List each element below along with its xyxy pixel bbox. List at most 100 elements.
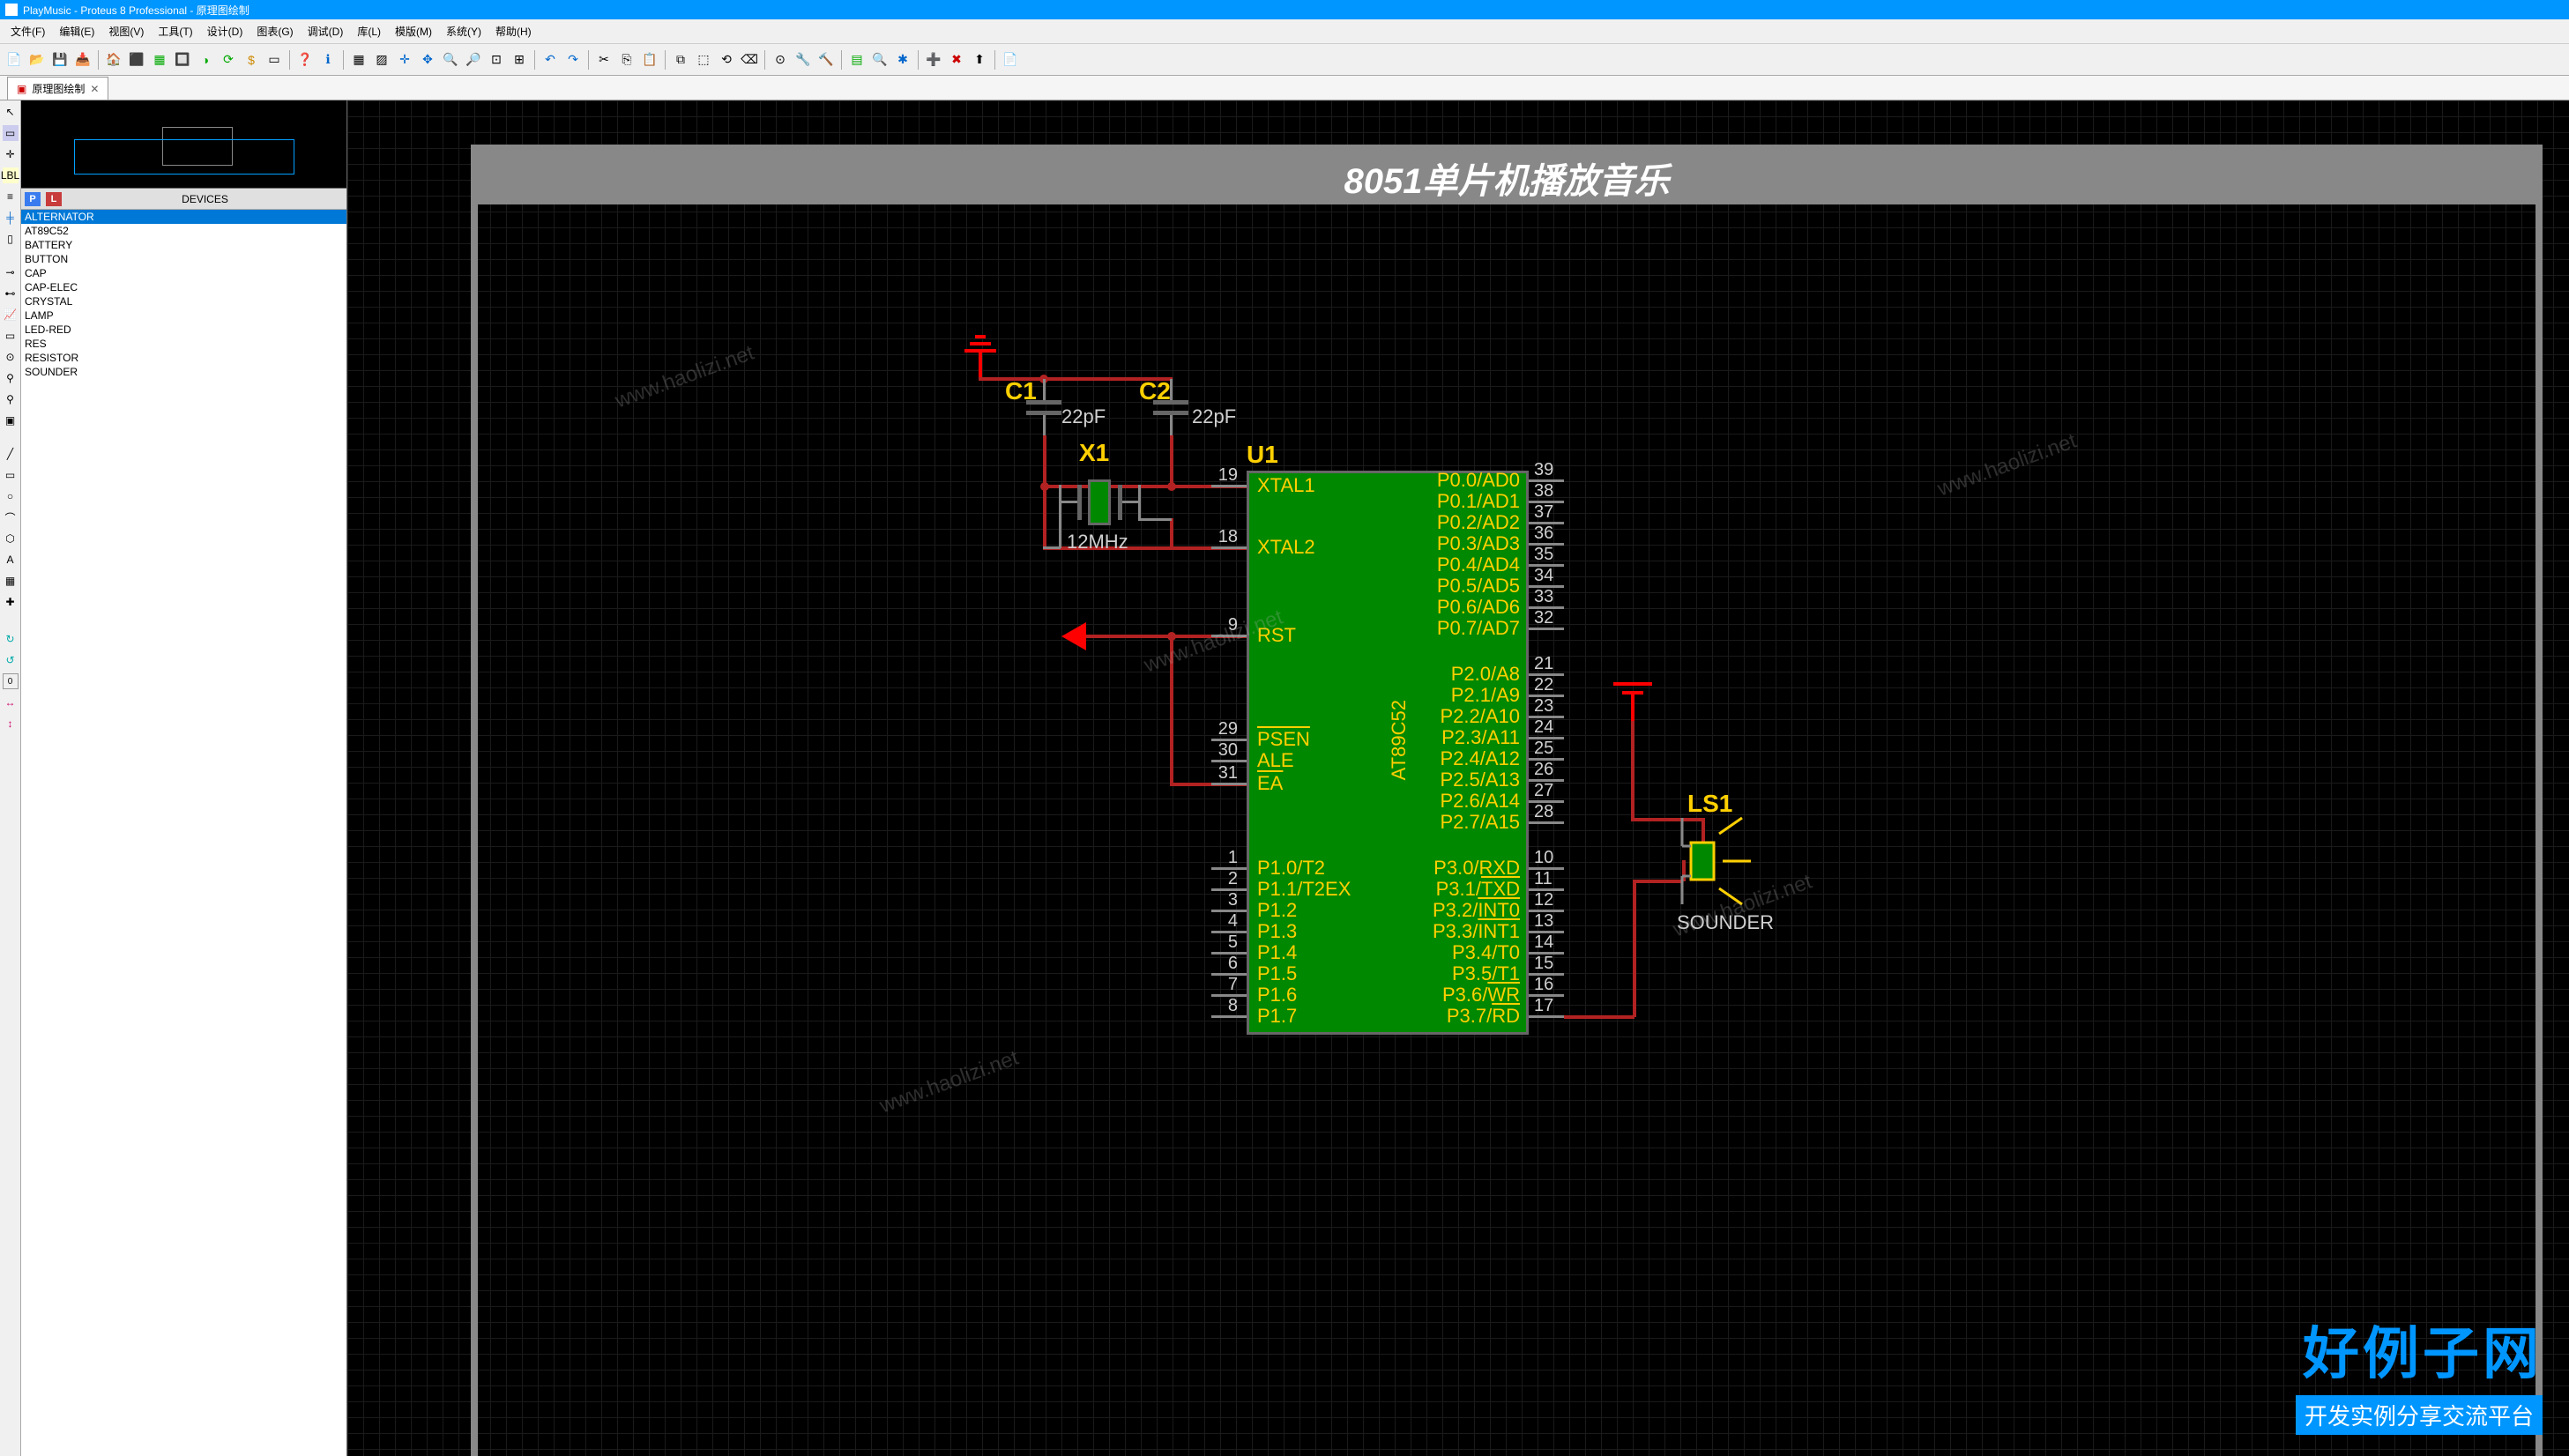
bom-button[interactable]: ⟳: [218, 49, 239, 71]
block-rotate-icon[interactable]: ⟲: [716, 49, 737, 71]
menu-help[interactable]: 帮助(H): [488, 24, 539, 39]
grid-large-icon[interactable]: ▨: [371, 49, 392, 71]
zoom-fit-icon[interactable]: ⊡: [486, 49, 507, 71]
terminal-icon[interactable]: ⊸: [3, 264, 19, 280]
device-item[interactable]: CAP: [21, 266, 346, 280]
about-button[interactable]: ℹ: [317, 49, 339, 71]
code-button[interactable]: ▭: [264, 49, 285, 71]
library-button[interactable]: L: [46, 192, 62, 206]
device-item[interactable]: SOUNDER: [21, 365, 346, 379]
menu-tool[interactable]: 工具(T): [151, 24, 199, 39]
home-button[interactable]: 🏠: [103, 49, 124, 71]
zoom-out-icon[interactable]: 🔎: [463, 49, 484, 71]
zoom-in-icon[interactable]: 🔍: [440, 49, 461, 71]
doc-icon[interactable]: 📄: [1000, 49, 1021, 71]
angle-field[interactable]: 0: [3, 673, 19, 689]
graph-icon[interactable]: 📈: [3, 307, 19, 323]
device-item[interactable]: ALTERNATOR: [21, 210, 346, 224]
menu-debug[interactable]: 调试(D): [301, 24, 351, 39]
hammer-icon[interactable]: 🔨: [815, 49, 837, 71]
import-button[interactable]: 📥: [72, 49, 93, 71]
bus-icon[interactable]: ╪: [3, 210, 19, 226]
undo-button[interactable]: ↶: [540, 49, 561, 71]
new-button[interactable]: 📄: [4, 49, 25, 71]
block-copy-icon[interactable]: ⧉: [670, 49, 691, 71]
subcircuit-icon[interactable]: ▯: [3, 231, 19, 247]
device-item[interactable]: AT89C52: [21, 224, 346, 238]
circle-icon[interactable]: ○: [3, 488, 19, 504]
help-button[interactable]: ❓: [294, 49, 316, 71]
menu-design[interactable]: 设计(D): [200, 24, 250, 39]
generator-icon[interactable]: ⊙: [3, 349, 19, 365]
device-list[interactable]: ALTERNATORAT89C52BATTERYBUTTONCAPCAP-ELE…: [21, 210, 346, 1456]
flip-h-icon[interactable]: ↔: [3, 695, 19, 710]
rotate-cw-icon[interactable]: ↻: [3, 631, 19, 647]
bug-icon[interactable]: ✱: [892, 49, 913, 71]
menu-system[interactable]: 系统(Y): [439, 24, 488, 39]
gerber-button[interactable]: ◑: [195, 49, 216, 71]
search-icon[interactable]: 🔍: [869, 49, 890, 71]
device-item[interactable]: CAP-ELEC: [21, 280, 346, 294]
instrument-icon[interactable]: ▣: [3, 412, 19, 428]
tape-icon[interactable]: ▭: [3, 328, 19, 344]
device-item[interactable]: BATTERY: [21, 238, 346, 252]
text-icon[interactable]: A: [3, 552, 19, 568]
menu-graph[interactable]: 图表(G): [249, 24, 300, 39]
pick-icon[interactable]: ⊙: [770, 49, 791, 71]
device-item[interactable]: CRYSTAL: [21, 294, 346, 308]
wrench-icon[interactable]: 🔧: [793, 49, 814, 71]
schematic-canvas[interactable]: 8051单片机播放音乐 C1 22pF C2 22pF: [347, 100, 2569, 1456]
wire-label-icon[interactable]: LBL: [3, 167, 19, 183]
paste-button[interactable]: 📋: [639, 49, 660, 71]
redo-button[interactable]: ↷: [562, 49, 584, 71]
marker-icon[interactable]: ✚: [3, 594, 19, 610]
arc-icon[interactable]: ⌒: [3, 509, 19, 525]
add-sheet-icon[interactable]: ➕: [923, 49, 944, 71]
block-delete-icon[interactable]: ⌫: [739, 49, 760, 71]
block-move-icon[interactable]: ⬚: [693, 49, 714, 71]
copy-button[interactable]: ⎘: [616, 49, 637, 71]
junction-icon[interactable]: ✛: [3, 146, 19, 162]
pin-icon[interactable]: ⊷: [3, 286, 19, 301]
schematic-button[interactable]: ⬛: [126, 49, 147, 71]
cut-button[interactable]: ✂: [593, 49, 614, 71]
probe-i-icon[interactable]: ⚲: [3, 391, 19, 407]
component-mode-icon[interactable]: ▭: [3, 125, 19, 141]
tab-schematic[interactable]: ▣ 原理图绘制 ✕: [7, 77, 108, 100]
selection-mode-icon[interactable]: ↖: [3, 104, 19, 120]
device-item[interactable]: LAMP: [21, 308, 346, 323]
open-button[interactable]: 📂: [26, 49, 48, 71]
save-button[interactable]: 💾: [49, 49, 71, 71]
menu-view[interactable]: 视图(V): [101, 24, 151, 39]
symbol-icon[interactable]: ▦: [3, 573, 19, 589]
flip-v-icon[interactable]: ↕: [3, 716, 19, 732]
grid-small-icon[interactable]: ▦: [348, 49, 369, 71]
menu-file[interactable]: 文件(F): [4, 24, 52, 39]
pan-icon[interactable]: ✥: [417, 49, 438, 71]
path-icon[interactable]: ⬡: [3, 531, 19, 546]
layers-icon[interactable]: ▤: [846, 49, 868, 71]
text-script-icon[interactable]: ≡: [3, 189, 19, 204]
device-item[interactable]: LED-RED: [21, 323, 346, 337]
probe-v-icon[interactable]: ⚲: [3, 370, 19, 386]
menu-lib[interactable]: 库(L): [350, 24, 388, 39]
pcb-button[interactable]: ▦: [149, 49, 170, 71]
overview[interactable]: [21, 100, 346, 189]
device-item[interactable]: BUTTON: [21, 252, 346, 266]
origin-icon[interactable]: ✛: [394, 49, 415, 71]
menu-edit[interactable]: 编辑(E): [52, 24, 101, 39]
up-sheet-icon[interactable]: ⬆: [969, 49, 990, 71]
bill-button[interactable]: $: [241, 49, 262, 71]
xtal-plate: [1077, 485, 1082, 520]
pick-device-button[interactable]: P: [25, 192, 41, 206]
box-icon[interactable]: ▭: [3, 467, 19, 483]
device-item[interactable]: RESISTOR: [21, 351, 346, 365]
close-icon[interactable]: ✕: [90, 83, 99, 95]
zoom-area-icon[interactable]: ⊞: [509, 49, 530, 71]
line-icon[interactable]: ╱: [3, 446, 19, 462]
del-sheet-icon[interactable]: ✖: [946, 49, 967, 71]
rotate-ccw-icon[interactable]: ↺: [3, 652, 19, 668]
3d-button[interactable]: 🔲: [172, 49, 193, 71]
device-item[interactable]: RES: [21, 337, 346, 351]
menu-template[interactable]: 模版(M): [388, 24, 439, 39]
